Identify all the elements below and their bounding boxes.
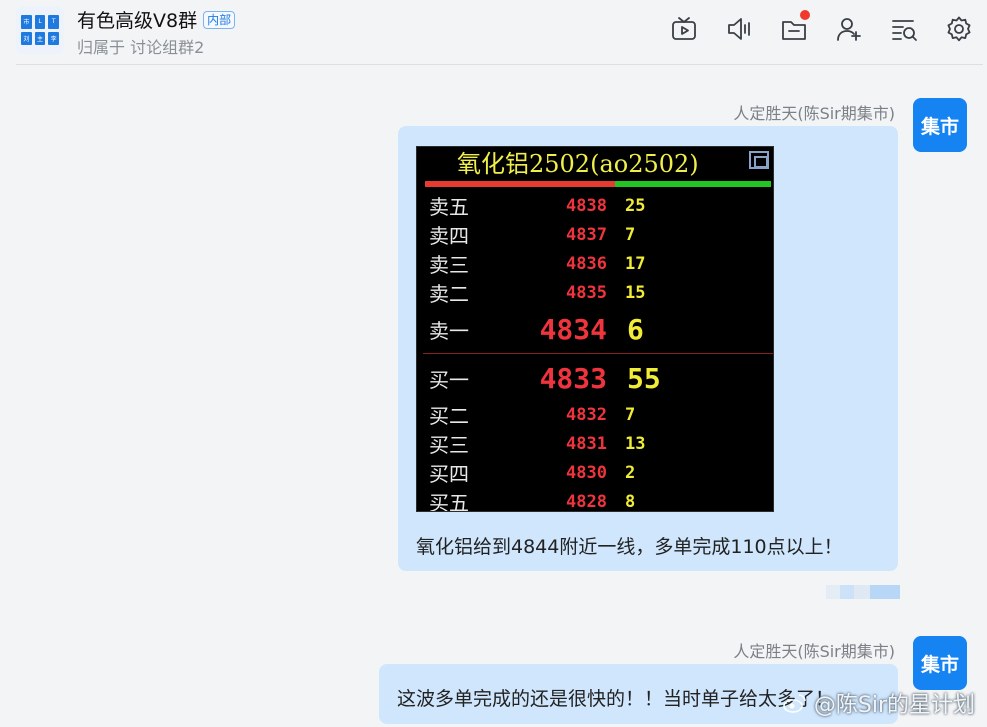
bid-price: 4828 [566,491,607,512]
notification-dot [800,10,810,20]
ask-volume: 15 [625,282,646,303]
sender-avatar[interactable]: 集市 [913,98,967,152]
message-text: 氧化铝给到4844附近一线，多单完成110点以上！ [416,536,843,558]
ask-label: 卖三 [429,253,469,277]
sender-name: 人定胜天(陈Sir期集市) [733,642,895,661]
speaker-icon[interactable] [721,14,757,44]
internal-tag: 内部 [203,10,236,29]
bid-volume: 2 [625,462,636,483]
group-name: 有色高级V8群 [77,10,198,32]
avatar-cell: 刘 [21,31,32,45]
ask-volume: 7 [625,224,636,245]
group-subtitle: 归属于 讨论组群2 [77,38,205,57]
bid-label: 买四 [429,462,469,486]
ask-row: 卖四 4837 7 [417,220,773,249]
message-text: 这波多单完成的还是很快的！！当时单子给太多了！ [397,688,835,710]
bid-row: 买三 4831 13 [417,429,773,458]
ask-label: 卖五 [429,195,469,219]
ask-label: 卖二 [429,282,469,306]
orderbook-image[interactable]: 氧化铝2502(ao2502) 卖五 4838 25 卖四 4837 7 卖三 … [416,146,774,512]
bid-row: 买四 4830 2 [417,458,773,487]
ask-row: 卖二 4835 15 [417,278,773,307]
watermark-text: @陈Sir的星计划 [813,693,975,718]
orderbook-title-text: 氧化铝2502(ao2502) [457,150,699,178]
sender-name: 人定胜天(陈Sir期集市) [733,104,895,123]
ask-label: 卖四 [429,224,469,248]
avatar-cell: 李 [48,31,59,45]
bid-volume: 13 [625,433,646,454]
bid-row-best: 买一 4833 55 [417,356,773,400]
ask-price: 4834 [539,312,607,346]
window-icon [749,151,769,169]
ratio-green [615,181,771,187]
ask-price: 4837 [566,224,607,245]
ask-price: 4836 [566,253,607,274]
bid-row: 买二 4832 7 [417,400,773,429]
ask-label: 卖一 [429,318,469,343]
header-toolbar [666,10,977,44]
bid-price: 4830 [566,462,607,483]
ask-row-best: 卖一 4834 6 [417,307,773,351]
bid-price: 4833 [539,361,607,395]
buy-sell-ratio-bar [425,181,771,187]
bid-label: 买三 [429,433,469,457]
bid-label: 买五 [429,491,469,512]
ratio-red [425,181,615,187]
bid-volume: 55 [627,361,661,395]
folder-icon[interactable] [776,10,812,44]
watermark: @陈Sir的星计划 [782,687,975,719]
avatar-cell: 主 [34,31,46,45]
bid-volume: 8 [625,491,636,512]
tv-icon[interactable] [666,14,702,44]
orderbook-divider [423,353,773,354]
ask-row: 卖三 4836 17 [417,249,773,278]
add-user-icon[interactable] [831,14,867,44]
avatar-cell: 市 [21,15,32,29]
ask-row: 卖五 4838 25 [417,191,773,220]
orderbook-title: 氧化铝2502(ao2502) [417,147,773,181]
bid-price: 4832 [566,404,607,425]
ask-volume: 25 [625,195,646,216]
read-status-blurred [826,585,900,599]
group-title[interactable]: 有色高级V8群 内部 [77,6,236,33]
search-list-icon[interactable] [886,14,922,44]
bid-label: 买一 [429,367,469,392]
group-avatar[interactable]: 市 L T 刘 主 李 [16,6,64,54]
bid-label: 买二 [429,404,469,428]
ask-price: 4838 [566,195,607,216]
avatar-cell: T [48,15,59,29]
bid-price: 4831 [566,433,607,454]
message-bubble[interactable]: 氧化铝2502(ao2502) 卖五 4838 25 卖四 4837 7 卖三 … [398,126,898,571]
chat-header: 市 L T 刘 主 李 有色高级V8群 内部 归属于 讨论组群2 [0,0,987,66]
sender-avatar[interactable]: 集市 [913,636,967,690]
gear-icon[interactable] [941,14,977,44]
weibo-icon [783,694,806,713]
avatar-cell: L [34,15,46,29]
bid-row: 买五 4828 8 [417,487,773,512]
ask-volume: 17 [625,253,646,274]
bid-volume: 7 [625,404,636,425]
header-divider [16,64,983,65]
ask-price: 4835 [566,282,607,303]
ask-volume: 6 [627,312,644,346]
